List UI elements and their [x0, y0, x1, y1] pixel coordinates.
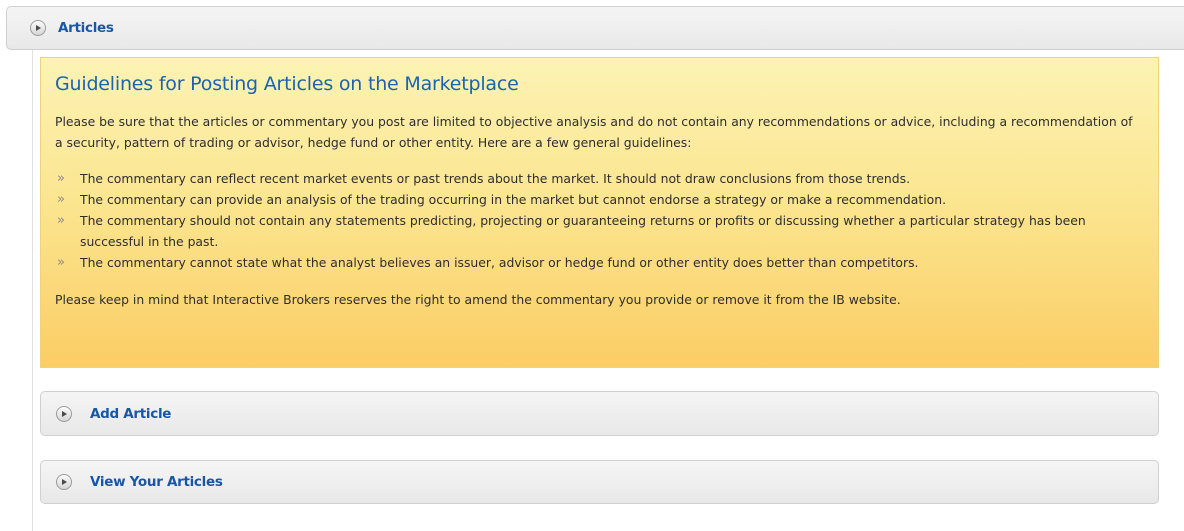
guideline-item: The commentary can reflect recent market…: [55, 168, 1144, 189]
view-articles-label[interactable]: View Your Articles: [90, 474, 223, 490]
guideline-item: The commentary cannot state what the ana…: [55, 252, 1144, 273]
guidelines-title: Guidelines for Posting Articles on the M…: [55, 73, 519, 95]
guidelines-notice: Guidelines for Posting Articles on the M…: [40, 57, 1159, 368]
view-articles-header[interactable]: View Your Articles: [40, 460, 1159, 504]
articles-label[interactable]: Articles: [58, 20, 114, 36]
expand-play-icon[interactable]: [56, 405, 72, 422]
add-article-header[interactable]: Add Article: [40, 391, 1159, 436]
guidelines-outro: Please keep in mind that Interactive Bro…: [55, 292, 901, 307]
expand-play-icon[interactable]: [30, 20, 46, 36]
guideline-item: The commentary can provide an analysis o…: [55, 189, 1144, 210]
guideline-item: The commentary should not contain any st…: [55, 210, 1144, 252]
expand-play-icon[interactable]: [56, 474, 72, 490]
guidelines-intro: Please be sure that the articles or comm…: [55, 114, 1133, 150]
guidelines-list: The commentary can reflect recent market…: [55, 168, 1144, 273]
articles-section-header[interactable]: Articles: [6, 6, 1184, 50]
add-article-label[interactable]: Add Article: [90, 406, 171, 422]
